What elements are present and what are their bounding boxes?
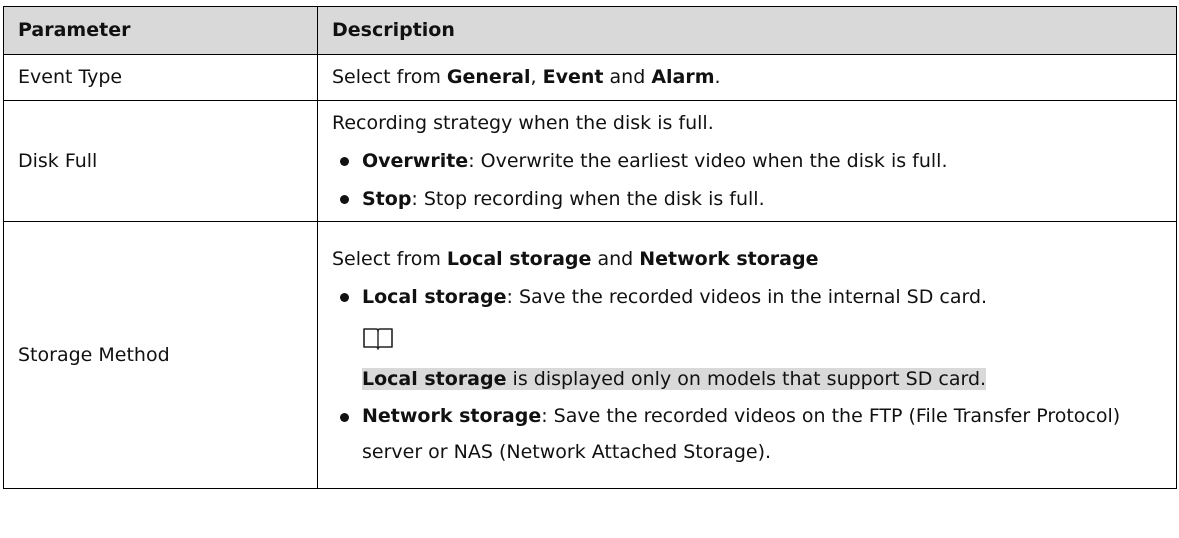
note-term: Local storage [362,368,507,390]
table-row: Event Type Select from General, Event an… [3,54,1177,101]
option-event: Event [542,66,604,89]
desc-conjunction: and [603,66,652,89]
bullet-text: : Stop recording when the disk is full. [411,188,765,210]
desc-period: . [714,66,721,89]
bullet-text: : Save the recorded videos in the intern… [506,286,988,308]
note-text: Local storage is displayed only on model… [332,360,1162,398]
option-local-storage: Local storage [446,248,592,270]
table-row: Disk Full Recording strategy when the di… [3,100,1177,222]
bullet-term: Local storage [362,286,507,308]
header-parameter: Parameter [3,6,318,55]
desc-event-type: Select from General, Event and Alarm. [317,54,1177,101]
bullet-term: Overwrite [362,150,469,172]
param-disk-full: Disk Full [3,100,318,222]
option-general: General [446,66,531,89]
option-alarm: Alarm [651,66,715,89]
desc-conjunction: and [591,248,640,270]
desc-text: Select from [332,66,447,89]
table-header-row: Parameter Description [3,6,1177,55]
desc-disk-full: Recording strategy when the disk is full… [317,100,1177,222]
desc-intro: Select from Local storage and Network st… [332,240,1162,278]
desc-storage-method: Select from Local storage and Network st… [317,221,1177,489]
note-body: is displayed only on models that support… [506,368,987,390]
note-icon-row [332,316,1162,360]
bullet-text: : Overwrite the earliest video when the … [468,150,948,172]
desc-intro: Recording strategy when the disk is full… [332,112,714,134]
parameter-table: Parameter Description Event Type Select … [3,6,1177,489]
bullet-term: Stop [362,188,412,210]
bullet-term: Network storage [362,405,542,427]
desc-separator: , [530,66,543,89]
param-event-type: Event Type [3,54,318,101]
option-network-storage: Network storage [639,248,819,270]
param-storage-method: Storage Method [3,221,318,489]
book-icon [363,328,393,350]
list-item: Stop: Stop recording when the disk is fu… [332,180,1162,218]
header-description: Description [317,6,1177,55]
list-item: Local storage: Save the recorded videos … [332,278,1162,316]
table-row: Storage Method Select from Local storage… [3,221,1177,489]
desc-text: Select from [332,248,447,270]
list-item: Overwrite: Overwrite the earliest video … [332,142,1162,180]
list-item: Network storage: Save the recorded video… [332,398,1162,470]
